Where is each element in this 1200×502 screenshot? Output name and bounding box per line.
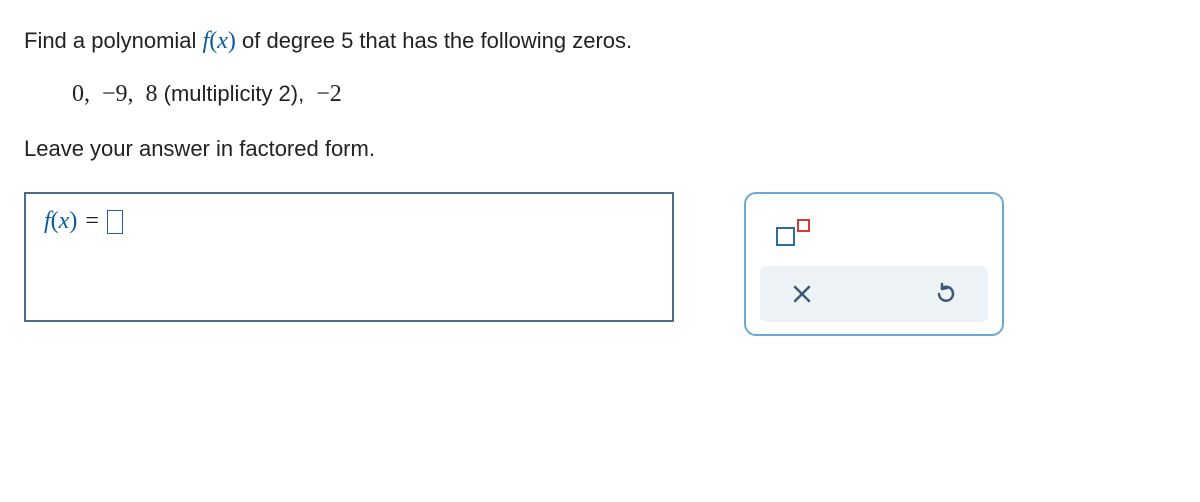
zeros-list: 0, −9, 8 (multiplicity 2), −2 xyxy=(72,81,1176,108)
zero-3-value: 8 xyxy=(146,81,158,107)
fx-x: x xyxy=(217,28,228,54)
exponent-superscript-icon xyxy=(797,219,810,232)
answer-open-paren: ( xyxy=(51,208,59,234)
answer-close-paren: ) xyxy=(69,208,77,234)
prompt-prefix: Find a polynomial xyxy=(24,28,203,53)
answer-x: x xyxy=(59,208,70,234)
tool-panel xyxy=(744,192,1004,336)
zero-2: −9, xyxy=(102,81,134,107)
reset-button[interactable] xyxy=(926,274,966,314)
answer-input[interactable] xyxy=(107,210,123,234)
answer-lhs: f(x) xyxy=(44,208,77,235)
exponent-base-icon xyxy=(776,227,795,246)
zero-1: 0, xyxy=(72,81,90,107)
exponent-button[interactable] xyxy=(770,213,816,252)
answer-f: f xyxy=(44,208,51,234)
undo-icon xyxy=(933,281,959,307)
equals-sign: = xyxy=(85,208,99,235)
answer-box[interactable]: f(x) = xyxy=(24,192,674,322)
zero-4: −2 xyxy=(316,81,342,107)
instruction-text: Leave your answer in factored form. xyxy=(24,136,1176,162)
fx-expression: f(x) xyxy=(203,28,236,54)
prompt-suffix: of degree 5 that has the following zeros… xyxy=(242,28,632,53)
fx-close-paren: ) xyxy=(228,28,236,54)
clear-button[interactable] xyxy=(782,274,822,314)
zero-3-multiplicity: (multiplicity 2), xyxy=(158,81,305,106)
close-icon xyxy=(791,283,813,305)
problem-prompt: Find a polynomial f(x) of degree 5 that … xyxy=(24,28,1176,55)
